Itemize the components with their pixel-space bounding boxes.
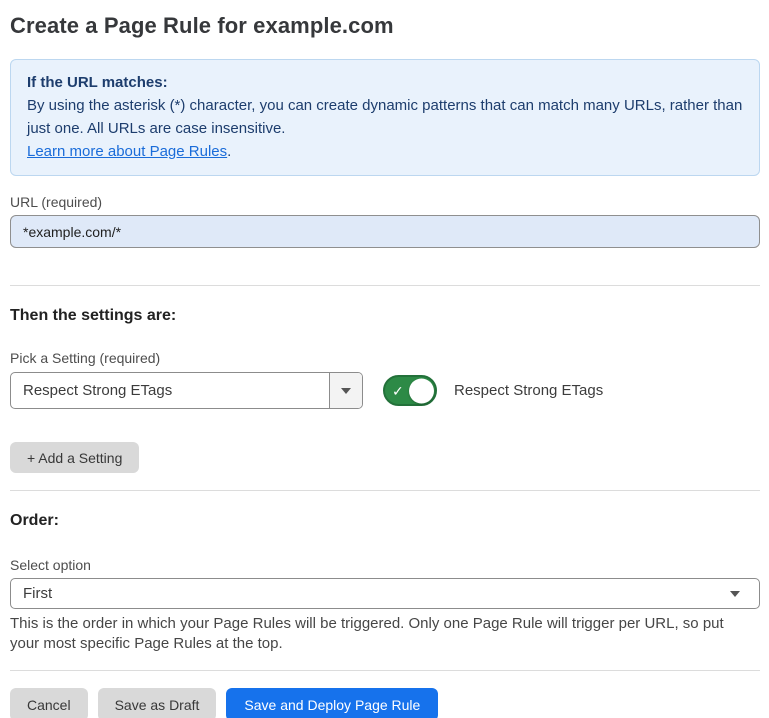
order-select-value: First [23,585,730,602]
setting-dropdown-value: Respect Strong ETags [11,373,329,408]
url-field-label: URL (required) [10,193,760,211]
footer-actions: Cancel Save as Draft Save and Deploy Pag… [10,688,760,718]
order-help-text: This is the order in which your Page Rul… [10,614,755,654]
setting-row: Respect Strong ETags ✓ Respect Strong ET… [10,372,760,409]
setting-toggle[interactable]: ✓ [383,375,437,406]
divider [10,285,760,286]
save-as-draft-button[interactable]: Save as Draft [98,688,217,718]
cancel-button[interactable]: Cancel [10,688,88,718]
url-match-info-box: If the URL matches: By using the asteris… [10,59,760,176]
learn-more-link[interactable]: Learn more about Page Rules [27,143,227,160]
add-setting-button[interactable]: + Add a Setting [10,442,139,473]
save-and-deploy-button[interactable]: Save and Deploy Page Rule [226,688,438,718]
page-title: Create a Page Rule for example.com [10,12,760,40]
info-box-body: By using the asterisk (*) character, you… [27,94,743,140]
divider [10,490,760,491]
toggle-label: Respect Strong ETags [454,382,603,399]
info-box-heading: If the URL matches: [27,71,743,94]
settings-heading: Then the settings are: [10,306,760,326]
info-box-link-line: Learn more about Page Rules. [27,140,743,163]
divider [10,670,760,671]
url-input[interactable] [10,215,760,248]
page-rule-form: Create a Page Rule for example.com If th… [0,0,769,718]
caret-down-icon [341,388,351,394]
order-select[interactable]: First [10,578,760,609]
order-select-label: Select option [10,556,760,574]
link-suffix: . [227,143,231,160]
order-heading: Order: [10,511,760,531]
setting-dropdown-arrow-button[interactable] [329,373,362,408]
caret-down-icon [730,591,740,597]
check-icon: ✓ [392,384,404,398]
pick-setting-label: Pick a Setting (required) [10,349,760,367]
setting-dropdown[interactable]: Respect Strong ETags [10,372,363,409]
toggle-knob [409,378,434,403]
